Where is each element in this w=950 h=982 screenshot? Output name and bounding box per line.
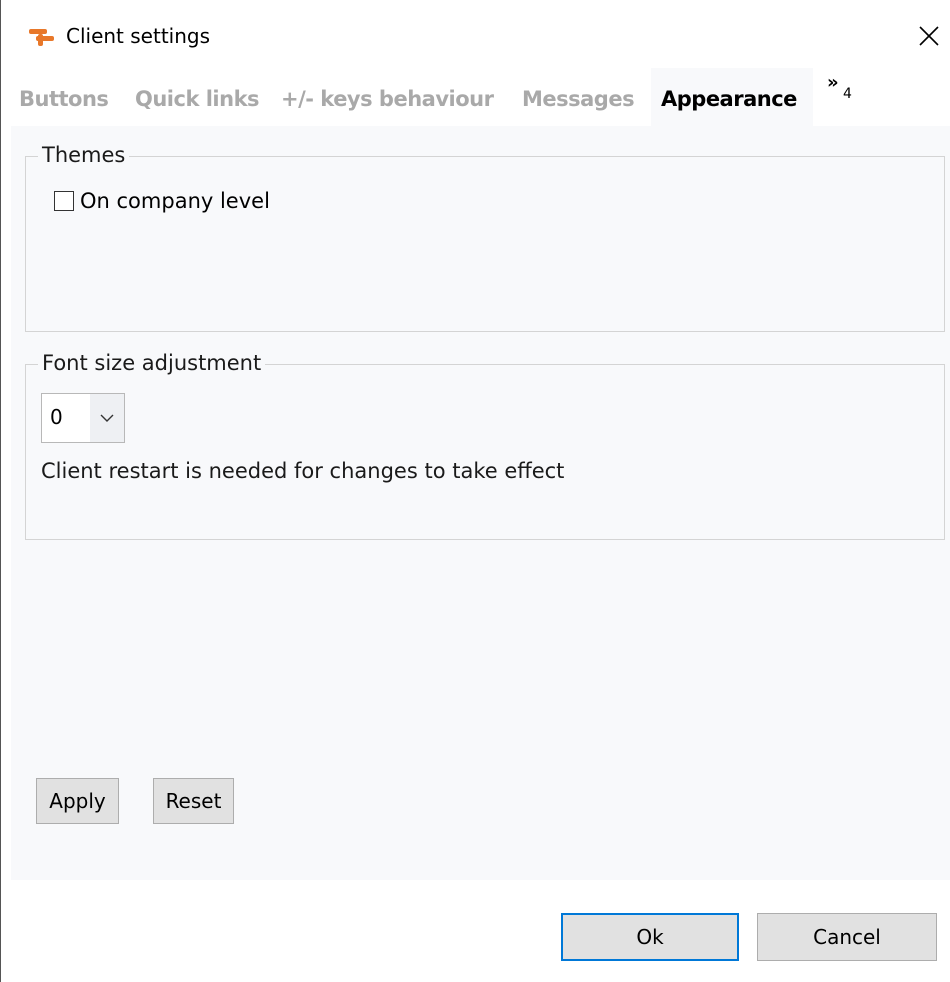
window-title: Client settings — [66, 24, 211, 48]
tab-overflow-count: 4 — [843, 86, 852, 102]
tab-overflow-button[interactable]: » 4 — [827, 72, 857, 108]
tab-bar: Buttons Quick links +/- keys behaviour M… — [1, 68, 950, 126]
themes-group: Themes On company level — [25, 143, 945, 332]
tab-messages[interactable]: Messages — [522, 68, 635, 126]
close-icon — [919, 26, 939, 46]
company-level-checkbox[interactable] — [54, 191, 74, 211]
tab-buttons[interactable]: Buttons — [19, 68, 109, 126]
company-level-checkbox-row[interactable]: On company level — [54, 189, 270, 213]
font-size-group: Font size adjustment 0 Client restart is… — [25, 351, 945, 540]
font-size-select[interactable]: 0 — [41, 393, 125, 443]
title-bar: Client settings — [1, 0, 950, 70]
themes-legend: Themes — [38, 143, 130, 167]
reset-button[interactable]: Reset — [153, 778, 234, 824]
double-chevron-icon: » — [827, 72, 839, 93]
restart-note: Client restart is needed for changes to … — [41, 459, 565, 483]
tab-quick-links[interactable]: Quick links — [135, 68, 260, 126]
appearance-panel: Themes On company level Font size adjust… — [11, 126, 950, 880]
tab-keys-behaviour[interactable]: +/- keys behaviour — [281, 68, 494, 126]
cancel-button[interactable]: Cancel — [757, 913, 937, 961]
app-logo-icon — [28, 27, 56, 49]
font-size-value: 0 — [50, 405, 63, 429]
client-settings-dialog: Client settings Buttons Quick links +/- … — [0, 0, 950, 982]
chevron-down-icon — [90, 394, 124, 442]
tab-appearance[interactable]: Appearance — [651, 68, 813, 126]
company-level-label: On company level — [80, 189, 270, 213]
apply-button[interactable]: Apply — [36, 778, 119, 824]
close-button[interactable] — [911, 18, 947, 54]
font-size-legend: Font size adjustment — [38, 351, 266, 375]
ok-button[interactable]: Ok — [561, 913, 739, 961]
